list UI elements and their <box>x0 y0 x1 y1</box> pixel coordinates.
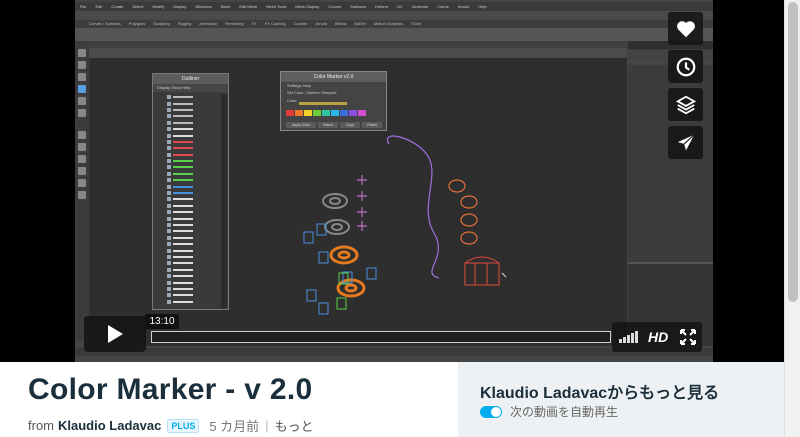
from-label: from <box>28 418 54 433</box>
maya-shelf <box>75 28 713 41</box>
color-swatch <box>322 110 330 116</box>
progress-bar[interactable] <box>151 331 611 343</box>
more-from-title[interactable]: Klaudio Ladavacからもっと見る <box>480 379 719 403</box>
maya-shelf-tab: MASH <box>354 21 366 26</box>
color-marker-options: Set Color: Outliner Viewport <box>287 90 337 95</box>
color-swatch <box>340 110 348 116</box>
color-marker-slider <box>299 102 347 105</box>
maya-menu-item: Windows <box>195 4 212 9</box>
time-display: 13:10 <box>145 314 179 329</box>
play-icon <box>108 325 123 343</box>
color-swatch <box>304 110 312 116</box>
watch-later-button[interactable] <box>668 50 703 83</box>
like-button[interactable] <box>668 12 703 45</box>
color-swatch <box>313 110 321 116</box>
maya-shelf-tab: Bifrost <box>334 21 347 26</box>
maya-menu-item: Surfaces <box>350 4 366 9</box>
maya-menu-item: Cache <box>437 4 449 9</box>
maya-menu-item: Curves <box>328 4 342 9</box>
outliner-title: Outliner <box>153 74 228 84</box>
hd-toggle[interactable]: HD <box>648 329 668 345</box>
maya-menu-item: Edit <box>95 4 103 9</box>
maya-menu-item: Help <box>478 4 487 9</box>
color-swatch <box>349 110 357 116</box>
play-button[interactable] <box>84 316 146 352</box>
color-swatch <box>286 110 294 116</box>
color-marker-button: Apply Color <box>286 122 316 128</box>
maya-shelf-tab: Custom <box>293 21 308 26</box>
clock-icon <box>676 57 695 76</box>
outliner-menu: Display Show Help <box>153 84 228 92</box>
color-marker-menu: Settings Help <box>287 83 311 88</box>
maya-shelf-tab: Arnold <box>315 21 327 26</box>
color-marker-button: Select <box>318 122 338 128</box>
maya-menu-item: Modify <box>152 4 165 9</box>
maya-shelf-tab: Rendering <box>225 21 244 26</box>
maya-menu-item: File <box>80 4 87 9</box>
plus-badge[interactable]: PLUS <box>167 418 200 433</box>
player-controls-right: HD <box>612 322 702 352</box>
maya-menu-item: Mesh Display <box>295 4 320 9</box>
maya-shelf-tab: Sculpting <box>153 21 170 26</box>
outliner-window: Outliner Display Show Help <box>152 73 229 310</box>
autoplay-row: 次の動画を自動再生 <box>480 403 618 420</box>
color-swatch <box>358 110 366 116</box>
maya-viewport-toolbar <box>89 48 627 58</box>
maya-menubar: File Edit Create Select Modify Display Windows… <box>75 2 713 11</box>
maya-menu-item: Deform <box>374 4 388 9</box>
outliner-scrollbar <box>221 94 227 308</box>
byline-separator: | <box>265 418 269 433</box>
color-marker-window: Color Marker v2.0 Settings Help Set Colo… <box>280 71 387 131</box>
maya-shelf-tab: Polygons <box>128 21 146 26</box>
outliner-list <box>155 94 221 308</box>
byline: from Klaudio Ladavac PLUS 5 カ月前 | もっと <box>28 416 314 435</box>
share-button[interactable] <box>668 126 703 159</box>
vimeo-page: File Edit Create Select Modify Display Windows… <box>0 0 800 437</box>
autoplay-label: 次の動画を自動再生 <box>510 405 619 419</box>
fullscreen-icon[interactable] <box>680 329 696 345</box>
paper-plane-icon <box>677 133 695 150</box>
maya-shelf-tabs: Curves / Surfaces Polygons Sculpting Riggin… <box>75 20 713 28</box>
video-title: Color Marker - v 2.0 <box>28 373 313 406</box>
heart-icon <box>676 20 695 37</box>
maya-shelf-tab: Curves / Surfaces <box>89 21 121 26</box>
maya-shelf-tab: FX <box>251 21 257 26</box>
maya-shelf-tab: Animation <box>199 21 218 26</box>
maya-shelf-tab: Motion Graphics <box>373 21 403 26</box>
color-marker-title: Color Marker v2.0 <box>281 72 386 82</box>
maya-status-line <box>75 11 713 20</box>
maya-menu-item: Edit Mesh <box>239 4 258 9</box>
collections-button[interactable] <box>668 88 703 121</box>
maya-menu-item: Create <box>111 4 124 9</box>
page-scrollbar[interactable] <box>784 0 800 437</box>
layers-icon <box>675 95 696 114</box>
color-marker-buttons: Apply Color Select Copy Reset <box>286 122 382 128</box>
color-swatch <box>331 110 339 116</box>
video-player[interactable]: File Edit Create Select Modify Display Windows… <box>0 0 784 362</box>
maya-shelf-tab: Rigging <box>177 21 192 26</box>
maya-shelf-tab: XGen <box>410 21 422 26</box>
maya-toolbox <box>75 41 89 341</box>
maya-menu-item: Select <box>132 4 144 9</box>
more-from-panel: Klaudio Ladavacからもっと見る 次の動画を自動再生 <box>458 362 784 437</box>
author-link[interactable]: Klaudio Ladavac <box>58 418 161 433</box>
volume-control[interactable] <box>619 331 638 343</box>
color-swatch <box>295 110 303 116</box>
maya-menu-item: Display <box>173 4 187 9</box>
maya-menu-item: Arnold <box>457 4 470 9</box>
outliner-row <box>155 299 221 305</box>
autoplay-toggle[interactable] <box>480 405 502 418</box>
posted-time: 5 カ月前 <box>209 419 260 434</box>
color-marker-button: Reset <box>362 122 382 128</box>
color-marker-swatches <box>286 110 366 116</box>
maya-viewport-menu <box>89 41 627 48</box>
maya-menu-item: Generate <box>411 4 429 9</box>
color-marker-button: Copy <box>340 122 360 128</box>
maya-menu-item: UV <box>397 4 403 9</box>
maya-shelf-tab: FX Caching <box>264 21 286 26</box>
maya-menu-item: Mesh Tools <box>266 4 287 9</box>
maya-menu-item: Mesh <box>220 4 231 9</box>
more-link[interactable]: もっと <box>275 416 314 435</box>
